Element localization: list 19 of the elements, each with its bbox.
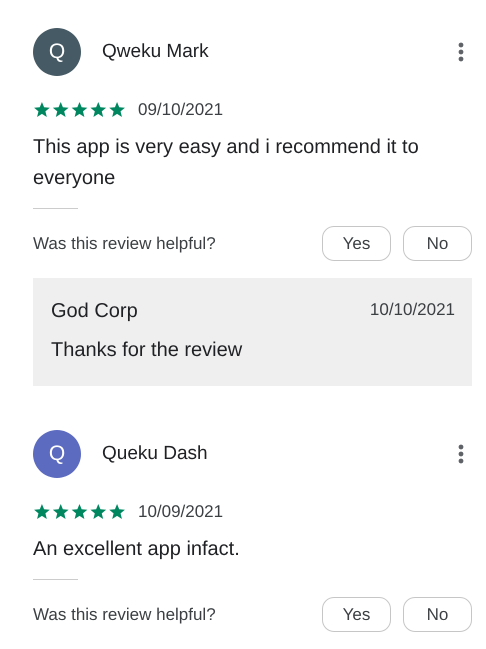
more-options-icon[interactable] bbox=[458, 42, 464, 62]
more-options-icon[interactable] bbox=[458, 444, 464, 464]
helpful-button[interactable]: No bbox=[403, 597, 472, 632]
avatar: Q bbox=[33, 28, 81, 76]
reply-date: 10/10/2021 bbox=[370, 300, 455, 321]
helpful-button[interactable]: Yes bbox=[322, 597, 391, 632]
reviewer-name: Qweku Mark bbox=[102, 41, 210, 63]
reviewer-name: Queku Dash bbox=[102, 443, 209, 465]
helpful-button[interactable]: Yes bbox=[322, 226, 391, 261]
review-text: This app is very easy and i recommend it to everyone bbox=[33, 135, 420, 191]
helpful-prompt: Was this review helpful? bbox=[33, 604, 217, 624]
reply-author: God Corp bbox=[51, 300, 138, 323]
helpful-button[interactable]: No bbox=[403, 226, 472, 261]
avatar: Q bbox=[33, 430, 81, 478]
review-date: 09/10/2021 bbox=[138, 100, 224, 120]
review-date: 10/09/2021 bbox=[138, 502, 224, 522]
review-text: An excellent app infact. bbox=[33, 537, 241, 562]
helpful-prompt: Was this review helpful? bbox=[33, 234, 217, 254]
reply-text: Thanks for the review bbox=[51, 339, 244, 362]
